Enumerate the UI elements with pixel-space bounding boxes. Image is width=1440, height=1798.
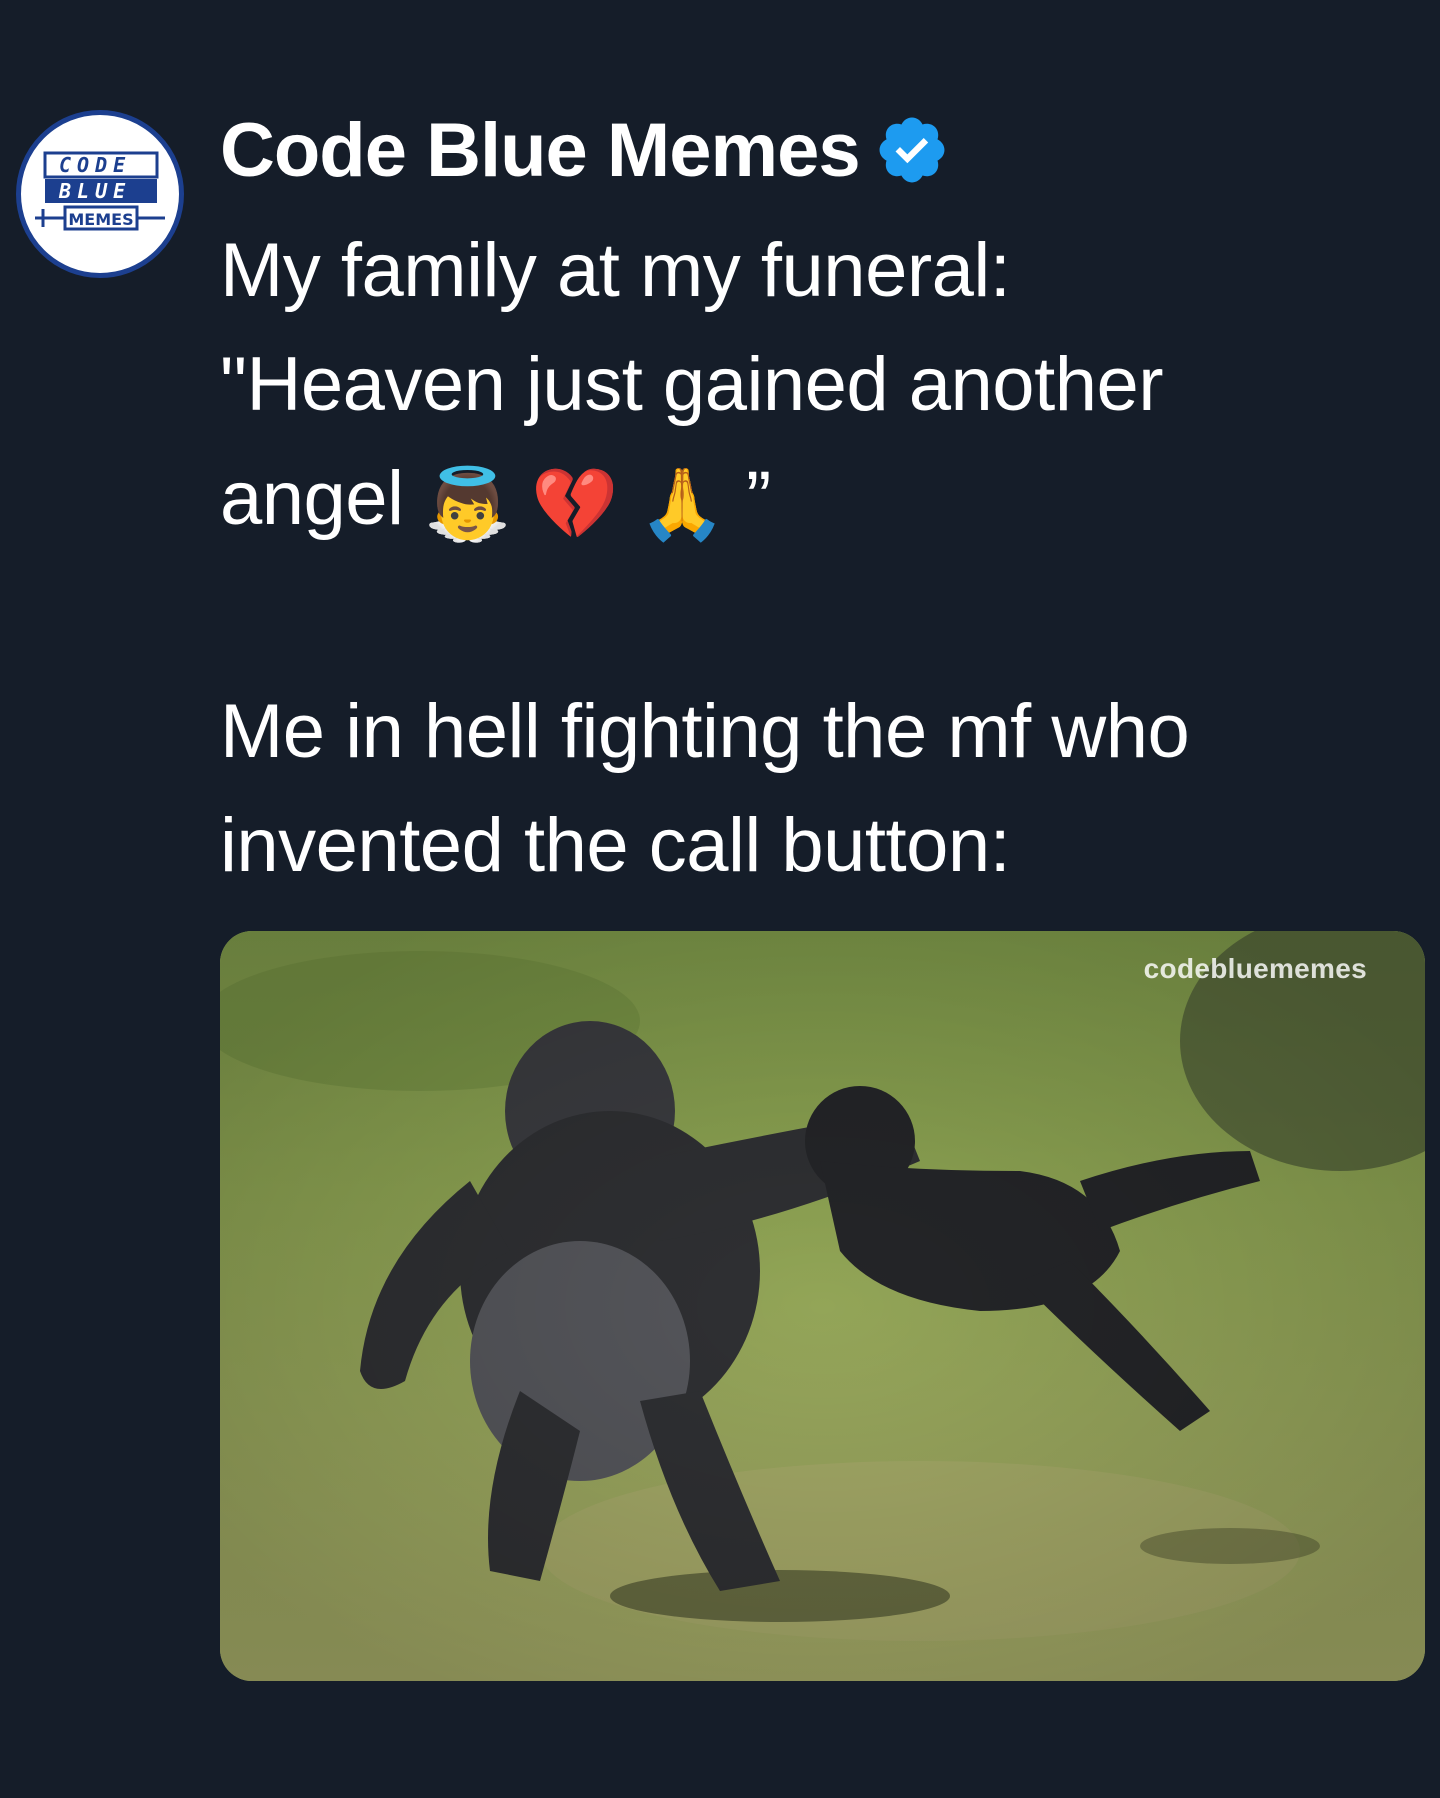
closing-quote: ” (745, 456, 771, 541)
author-display-name[interactable]: Code Blue Memes (220, 107, 861, 194)
tweet: CODE BLUE MEMES Code Blue Memes My famil… (0, 0, 1440, 1798)
tweet-media-image[interactable]: codebluememes (220, 931, 1425, 1681)
svg-text:CODE: CODE (59, 153, 131, 177)
tweet-header: Code Blue Memes (220, 100, 950, 200)
praying-hands-emoji-icon: 🙏 (638, 463, 726, 545)
tweet-text-line: Me in hell fighting the mf who (220, 689, 1190, 774)
gorilla-photo (220, 931, 1425, 1681)
tweet-text-line: My family at my funeral: (220, 228, 1011, 313)
tweet-text: My family at my funeral: "Heaven just ga… (220, 214, 1420, 903)
verified-badge-icon (874, 112, 950, 188)
tweet-text-line: invented the call button: (220, 803, 1011, 888)
media-watermark: codebluememes (1143, 953, 1367, 984)
svg-text:BLUE: BLUE (58, 179, 131, 203)
tweet-text-line: "Heaven just gained another (220, 342, 1164, 427)
broken-heart-emoji-icon: 💔 (531, 463, 619, 545)
svg-text:MEMES: MEMES (68, 210, 133, 229)
tweet-text-word: angel (220, 456, 404, 541)
code-blue-memes-logo: CODE BLUE MEMES (35, 151, 165, 231)
angel-emoji-icon: 👼 (424, 463, 511, 545)
tweet-text-line: angel 👼 💔 🙏 ” (220, 442, 1420, 561)
avatar[interactable]: CODE BLUE MEMES (16, 110, 184, 278)
